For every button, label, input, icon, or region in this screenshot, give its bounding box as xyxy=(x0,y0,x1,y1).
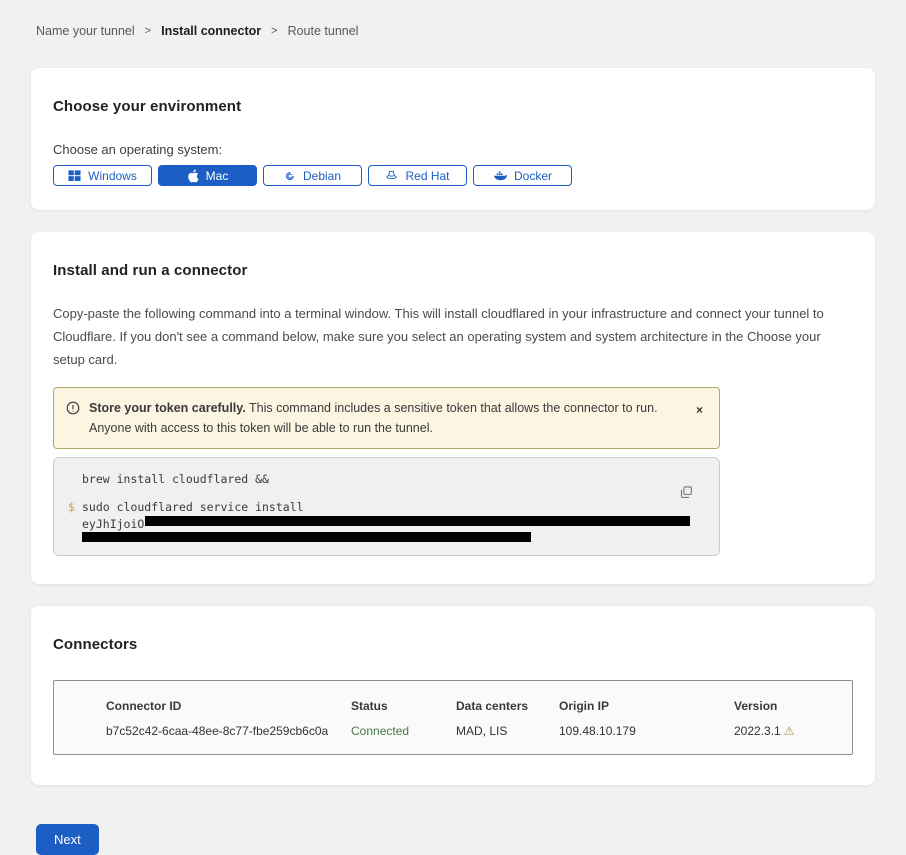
alert-circle-icon xyxy=(66,401,80,421)
warning-text: Store your token carefully. This command… xyxy=(89,398,681,438)
breadcrumb: Name your tunnel > Install connector > R… xyxy=(0,0,906,38)
breadcrumb-name-your-tunnel[interactable]: Name your tunnel xyxy=(36,24,135,38)
install-connector-card: Install and run a connector Copy-paste t… xyxy=(31,232,875,584)
origin-ip-value: 109.48.10.179 xyxy=(559,724,734,738)
os-button-docker[interactable]: Docker xyxy=(473,165,572,186)
code-line-token-2 xyxy=(68,532,703,542)
debian-icon xyxy=(284,170,296,182)
os-button-group: Windows Mac Debian xyxy=(53,165,853,186)
os-button-mac[interactable]: Mac xyxy=(158,165,257,186)
connectors-title: Connectors xyxy=(53,636,853,653)
version-value: 2022.3.1⚠ xyxy=(734,724,852,738)
col-header-status: Status xyxy=(351,699,456,713)
prompt-gutter xyxy=(68,471,82,488)
breadcrumb-route-tunnel[interactable]: Route tunnel xyxy=(288,24,359,38)
warning-title: Store your token carefully. xyxy=(89,401,246,415)
connectors-table: Connector ID Status Data centers Origin … xyxy=(53,680,853,755)
os-button-windows[interactable]: Windows xyxy=(53,165,152,186)
os-button-redhat[interactable]: Red Hat xyxy=(368,165,467,186)
windows-icon xyxy=(68,169,81,182)
code-line-token: eyJhIjoiO xyxy=(68,516,703,533)
table-row: b7c52c42-6caa-48ee-8c77-fbe259cb6c0a Con… xyxy=(106,724,852,738)
prompt-gutter xyxy=(68,516,82,533)
code-text: brew install cloudflared && xyxy=(82,471,269,488)
os-button-label: Mac xyxy=(206,169,229,183)
os-button-label: Docker xyxy=(514,169,552,183)
redhat-icon xyxy=(385,169,398,182)
install-description: Copy-paste the following command into a … xyxy=(53,303,849,371)
token-warning-banner: Store your token carefully. This command… xyxy=(53,387,720,449)
prompt-gutter xyxy=(68,532,82,542)
install-connector-title: Install and run a connector xyxy=(53,262,853,279)
os-button-debian[interactable]: Debian xyxy=(263,165,362,186)
docker-icon xyxy=(493,170,507,182)
close-icon[interactable]: × xyxy=(690,398,705,416)
version-warning-icon: ⚠ xyxy=(784,724,795,738)
col-header-version: Version xyxy=(734,699,852,713)
choose-environment-title: Choose your environment xyxy=(53,98,853,115)
redacted-token-bar xyxy=(82,532,531,542)
connectors-table-header: Connector ID Status Data centers Origin … xyxy=(106,699,852,713)
install-command-code-block: brew install cloudflared && $ sudo cloud… xyxy=(53,457,720,556)
code-line-sudo: $ sudo cloudflared service install xyxy=(68,499,703,516)
breadcrumb-install-connector[interactable]: Install connector xyxy=(161,24,261,38)
col-header-origin-ip: Origin IP xyxy=(559,699,734,713)
breadcrumb-separator: > xyxy=(271,25,277,37)
copy-icon[interactable] xyxy=(678,484,695,504)
choose-environment-card: Choose your environment Choose an operat… xyxy=(31,68,875,210)
token-prefix: eyJhIjoiO xyxy=(82,516,144,533)
code-text: sudo cloudflared service install xyxy=(82,499,304,516)
connector-id-value: b7c52c42-6caa-48ee-8c77-fbe259cb6c0a xyxy=(106,724,351,738)
os-select-label: Choose an operating system: xyxy=(53,142,853,157)
shell-prompt: $ xyxy=(68,499,82,516)
code-line-brew: brew install cloudflared && xyxy=(68,471,703,488)
col-header-data-centers: Data centers xyxy=(456,699,559,713)
os-button-label: Red Hat xyxy=(405,169,449,183)
next-button[interactable]: Next xyxy=(36,824,99,855)
redacted-token-bar xyxy=(145,516,690,526)
os-button-label: Windows xyxy=(88,169,137,183)
col-header-connector-id: Connector ID xyxy=(106,699,351,713)
breadcrumb-separator: > xyxy=(145,25,151,37)
apple-icon xyxy=(187,169,199,183)
os-button-label: Debian xyxy=(303,169,341,183)
connectors-card: Connectors Connector ID Status Data cent… xyxy=(31,606,875,785)
data-centers-value: MAD, LIS xyxy=(456,724,559,738)
status-badge: Connected xyxy=(351,724,456,738)
